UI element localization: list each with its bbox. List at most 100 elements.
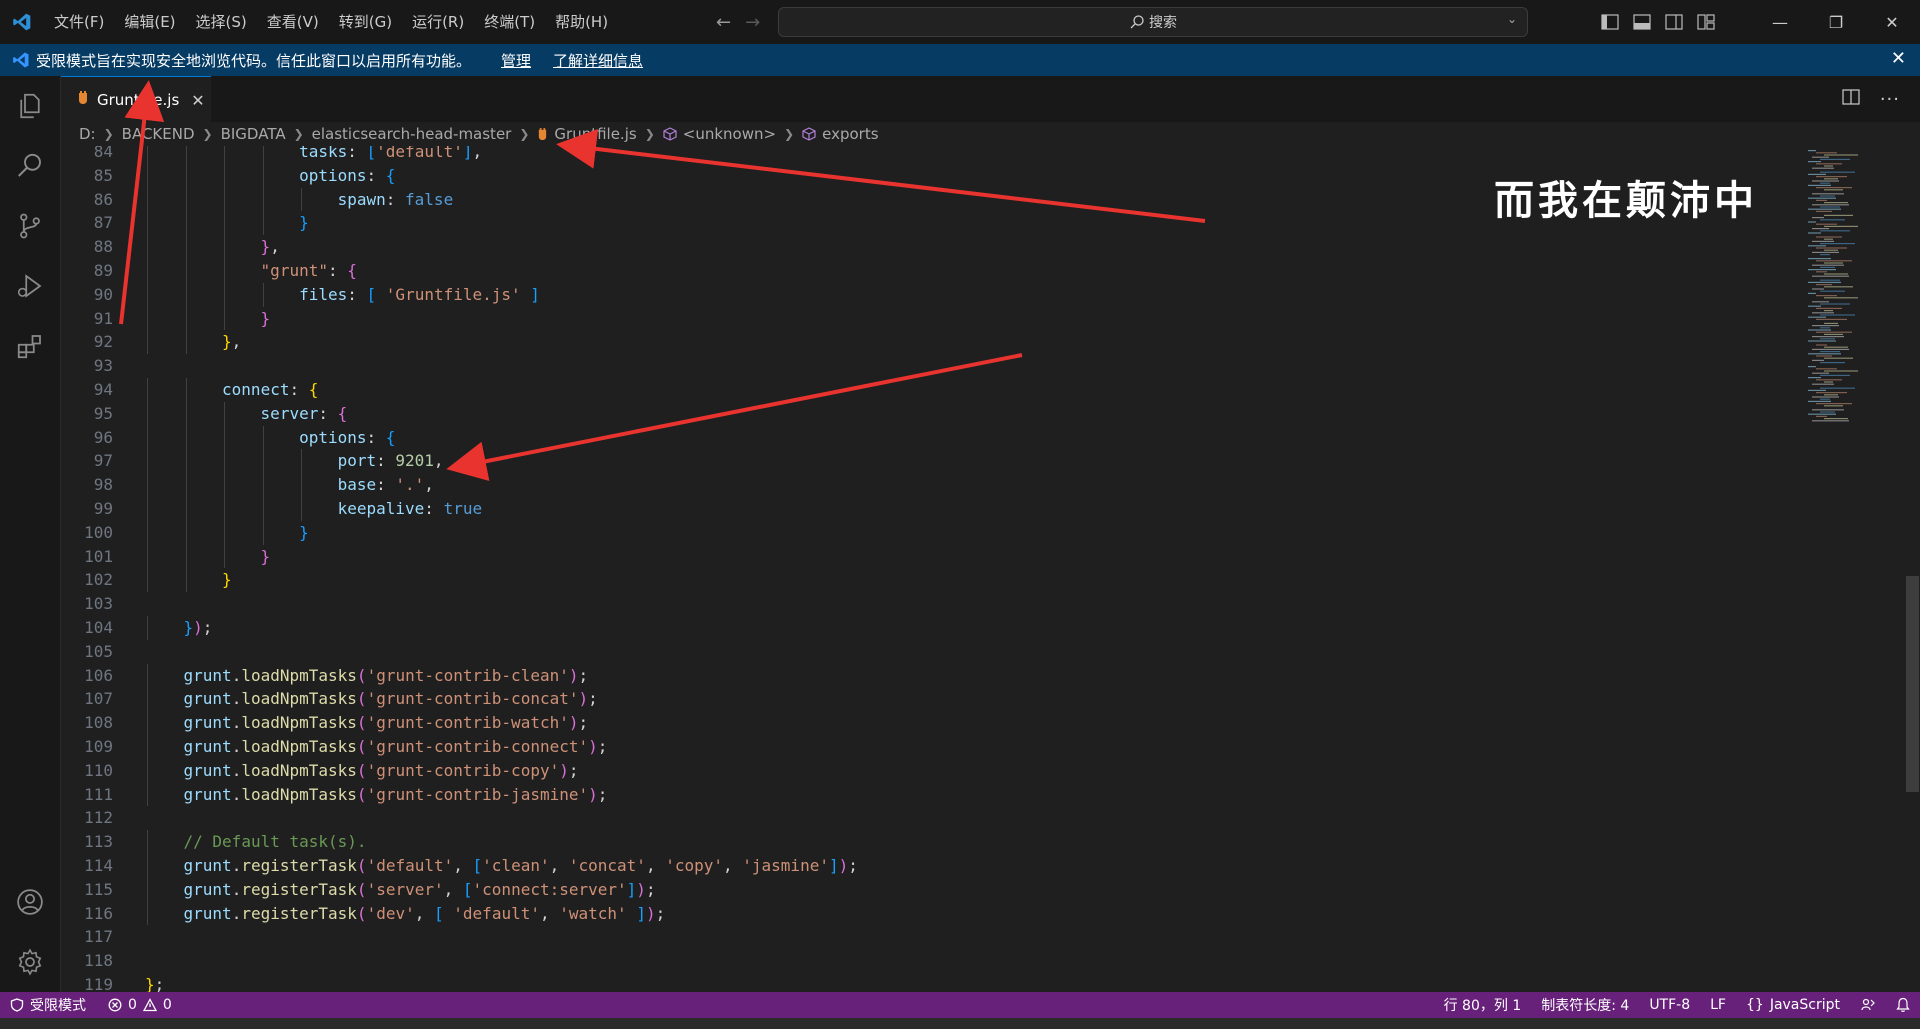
manage-gear-icon[interactable] (0, 932, 60, 992)
indent-guide (185, 330, 187, 355)
source-control-icon[interactable] (0, 196, 60, 256)
code-token: { (385, 165, 396, 185)
code-token: ; (578, 665, 589, 685)
split-editor-icon[interactable] (1842, 89, 1860, 109)
line-number: 115 (84, 879, 113, 899)
minimize-button[interactable]: — (1752, 0, 1808, 44)
code-token: ) (636, 879, 646, 899)
menu-terminal[interactable]: 终端(T) (474, 0, 545, 44)
status-language-mode[interactable]: {} JavaScript (1736, 997, 1850, 1013)
code-token: . (231, 713, 242, 733)
braces-icon: {} (1745, 997, 1764, 1013)
code-token: : (376, 451, 396, 471)
status-restricted-mode[interactable]: 受限模式 (0, 992, 96, 1018)
explorer-icon[interactable] (0, 76, 60, 136)
minimap-line (1816, 199, 1827, 201)
chevron-right-icon: ❯ (103, 127, 114, 141)
banner-close-icon[interactable]: ✕ (1891, 48, 1906, 69)
code-token: files (299, 284, 348, 304)
line-number: 89 (93, 261, 113, 280)
minimap[interactable] (1790, 146, 1900, 426)
chevron-down-icon[interactable]: ⌄ (1507, 12, 1517, 26)
code-line: grunt.registerTask('dev', [ 'default', '… (184, 902, 666, 926)
code-token: : (366, 427, 386, 447)
tab-close-icon[interactable]: ✕ (191, 91, 204, 110)
vscode-logo-icon[interactable] (0, 0, 44, 44)
indent-guide (147, 473, 148, 497)
status-tab-size[interactable]: 制表符长度: 4 (1531, 995, 1639, 1015)
code-token: grunt (183, 903, 232, 923)
breadcrumb-project-folder[interactable]: elasticsearch-head-master (312, 125, 512, 143)
line-number: 96 (93, 427, 113, 447)
status-problems[interactable]: 0 0 (96, 997, 184, 1013)
line-number: 86 (93, 189, 113, 209)
menu-go[interactable]: 转到(G) (329, 0, 402, 44)
indent-guide (224, 146, 226, 164)
code-token: false (405, 189, 454, 209)
code-line: grunt.loadNpmTasks('grunt-contrib-connec… (184, 735, 608, 759)
toggle-primary-sidebar-icon[interactable] (1594, 0, 1626, 44)
code-line: }); (184, 616, 213, 640)
accounts-icon[interactable] (0, 872, 60, 932)
line-number: 103 (84, 594, 113, 614)
search-view-icon[interactable] (0, 136, 60, 196)
minimap-line (1812, 167, 1834, 169)
minimap-line (1824, 322, 1838, 324)
code-line: spawn: false (338, 188, 454, 212)
tab-gruntfile[interactable]: Gruntfile.js ✕ (61, 76, 211, 123)
menu-view[interactable]: 查看(V) (257, 0, 329, 44)
breadcrumb-symbol-unknown[interactable]: <unknown> (663, 125, 776, 143)
minimap-line (1808, 150, 1816, 152)
customize-layout-icon[interactable] (1690, 0, 1722, 44)
minimap-line (1816, 344, 1827, 346)
indent-guide (147, 782, 148, 807)
code-line: port: 9201, (338, 449, 444, 473)
line-number: 113 (84, 832, 113, 852)
code-token: ] (828, 856, 839, 875)
minimap-line (1808, 413, 1836, 415)
feedback-icon[interactable] (1850, 997, 1886, 1013)
menu-file[interactable]: 文件(F) (44, 0, 114, 44)
breadcrumb-bigdata[interactable]: BIGDATA (221, 125, 286, 143)
menu-edit[interactable]: 编辑(E) (114, 0, 185, 44)
command-center-search[interactable]: 搜索 ⌄ (778, 7, 1528, 37)
extensions-icon[interactable] (0, 316, 60, 376)
indent-guide (147, 735, 148, 759)
code-token: ] (636, 903, 646, 923)
code-token: , (443, 879, 463, 899)
menu-help[interactable]: 帮助(H) (545, 0, 618, 44)
status-eol[interactable]: LF (1700, 997, 1736, 1013)
editor-scrollbar-thumb[interactable] (1906, 576, 1919, 792)
status-cursor-position[interactable]: 行 80，列 1 (1434, 995, 1532, 1015)
code-token: ) (588, 784, 598, 804)
code-editor[interactable]: 84 tasks: ['default'], 85 options: {86 spawn… (61, 146, 1920, 992)
more-actions-icon[interactable]: ··· (1880, 89, 1900, 110)
menu-selection[interactable]: 选择(S) (186, 0, 257, 44)
toggle-secondary-sidebar-icon[interactable] (1658, 0, 1690, 44)
breadcrumb-symbol-exports[interactable]: exports (802, 125, 879, 143)
breadcrumb-drive[interactable]: D: (79, 125, 96, 143)
toggle-panel-icon[interactable] (1626, 0, 1658, 44)
editor-scrollbar-track[interactable] (1905, 146, 1920, 992)
banner-learn-more-link[interactable]: 了解详细信息 (553, 50, 643, 71)
minimap-line (1812, 420, 1849, 422)
restore-button[interactable]: ❐ (1808, 0, 1864, 44)
breadcrumb-backend[interactable]: BACKEND (122, 125, 195, 143)
status-encoding[interactable]: UTF-8 (1639, 997, 1700, 1013)
close-window-button[interactable]: ✕ (1864, 0, 1920, 44)
indent-guide (301, 449, 303, 474)
minimap-line (1816, 163, 1842, 165)
line-number: 91 (93, 308, 113, 328)
code-line: grunt.loadNpmTasks('grunt-contrib-clean'… (184, 664, 589, 688)
back-arrow-icon[interactable]: ← (716, 12, 731, 33)
banner-manage-link[interactable]: 管理 (501, 50, 531, 71)
minimap-line (1820, 206, 1840, 208)
minimap-line (1816, 271, 1827, 273)
code-token: : (327, 261, 348, 280)
menu-run[interactable]: 运行(R) (402, 0, 474, 44)
breadcrumb-file[interactable]: Gruntfile.js (537, 125, 637, 143)
notifications-bell-icon[interactable] (1886, 997, 1920, 1013)
forward-arrow-icon[interactable]: → (745, 12, 760, 33)
code-line: options: { (299, 164, 395, 188)
run-debug-icon[interactable] (0, 256, 60, 316)
